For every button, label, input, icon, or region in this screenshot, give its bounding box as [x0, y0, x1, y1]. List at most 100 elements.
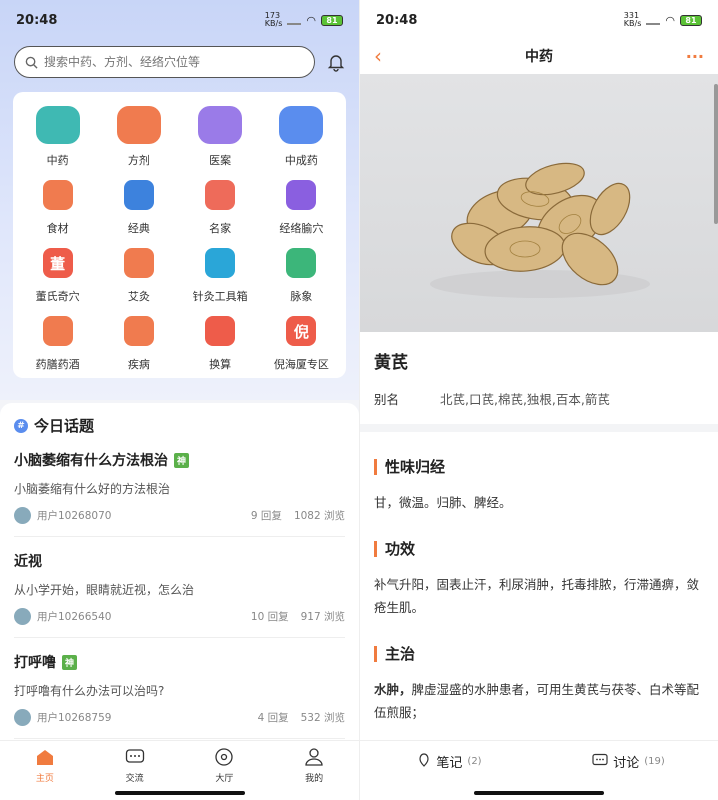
grid-item-5[interactable]: 经典 [98, 174, 179, 236]
topic-item[interactable]: 小脑萎缩有什么方法根治神小脑萎缩有什么好的方法根治 用户10268070 9 回复 1… [14, 450, 345, 537]
hall-icon [213, 747, 235, 767]
battery-icon: 81 [680, 14, 702, 26]
topic-item[interactable]: 打呼噜神打呼噜有什么办法可以治吗? 用户10268759 4 回复 532 浏览 [14, 652, 345, 739]
battery-icon: 81 [321, 14, 343, 26]
home-icon [34, 747, 56, 767]
grid-item-label: 医案 [209, 154, 232, 167]
feature-grid: 中药 方剂 医案 中成药 食材 经典 名家 经络腧穴董董氏奇穴 艾灸 针灸工具箱 脉象 药膳药酒 疾病换… [13, 92, 346, 378]
grid-item-6[interactable]: 名家 [180, 174, 261, 236]
detail-header: ‹ 中药 ··· [360, 40, 718, 72]
action-label: 笔记 [436, 756, 463, 771]
herb-sections: 性味归经 甘，微温。归肺、脾经。 功效 补气升阳，固表止汗，利尿消肿，托毒排脓，行滞通… [360, 456, 718, 724]
herb-photo [360, 74, 718, 332]
grid-item-2[interactable]: 医案 [180, 106, 261, 168]
topic-desc: 从小学开始，眼睛就近视，怎么治 [14, 583, 195, 597]
grid-item-label: 董氏奇穴 [35, 290, 80, 303]
grid-item-label: 方剂 [127, 154, 150, 167]
section-body-bold: 水肿， [374, 682, 412, 697]
grid-item-15[interactable]: 倪倪海厦专区 [261, 310, 342, 372]
today-topics: # 今日话题 小脑萎缩有什么方法根治神小脑萎缩有什么好的方法根治 用户102680… [0, 403, 359, 740]
grid-item-label: 疾病 [127, 358, 150, 371]
profile-icon [303, 747, 325, 767]
grid-item-label: 艾灸 [127, 290, 150, 303]
grid-item-4[interactable]: 食材 [17, 174, 98, 236]
grid-item-label: 经络腧穴 [279, 222, 324, 235]
topic-desc: 打呼噜有什么办法可以治吗? [14, 684, 165, 698]
grid-item-label: 食材 [46, 222, 69, 235]
cube-icon [205, 248, 236, 278]
grid-item-7[interactable]: 经络腧穴 [261, 174, 342, 236]
grid-item-label: 中药 [46, 154, 69, 167]
dong-icon: 董 [42, 248, 73, 278]
grid-item-13[interactable]: 疾病 [98, 310, 179, 372]
ni-notebook-icon: 倪 [286, 316, 317, 346]
grid-item-11[interactable]: 脉象 [261, 242, 342, 304]
mortar-icon [116, 106, 161, 144]
topic-replies: 4 回复 [257, 712, 289, 724]
nav-label: 我的 [305, 774, 324, 784]
grid-item-8[interactable]: 董董氏奇穴 [17, 242, 98, 304]
grid-item-9[interactable]: 艾灸 [98, 242, 179, 304]
grid-item-label: 药膳药酒 [35, 358, 80, 371]
huangqi-slices-image [430, 162, 650, 298]
topic-title: 近视 [14, 554, 42, 570]
scrollbar[interactable] [714, 84, 718, 224]
hashtag-icon: # [14, 418, 28, 433]
section-title: 主治 [385, 645, 416, 663]
topic-replies: 9 回复 [250, 510, 282, 522]
avatar [14, 709, 31, 726]
herb-detail-screen: 20:48 331 KB/s ◠ 81 ‹ 中药 ··· 黄芪 别名 北芪,口芪… [359, 0, 718, 800]
grid-item-label: 经典 [127, 222, 150, 235]
section-body-text: 脾虚湿盛的水肿患者，可用生黄芪与茯苓、白术等配伍煎服； [374, 682, 700, 720]
grid-item-label: 换算 [209, 358, 232, 371]
status-time: 20:48 [376, 12, 418, 28]
topic-title: 小脑萎缩有什么方法根治 [14, 453, 168, 469]
nav-label: 大厅 [215, 774, 234, 784]
nav-item-profile[interactable]: 我的 [269, 741, 359, 800]
grid-item-3[interactable]: 中成药 [261, 106, 342, 168]
status-bar: 20:48 173 KB/s ◠ 81 [0, 0, 359, 40]
nav-label: 主页 [35, 774, 54, 784]
chat-icon [124, 747, 146, 767]
status-time: 20:48 [16, 12, 58, 28]
bowl-icon [42, 316, 73, 346]
search-input[interactable] [44, 55, 284, 69]
signal-icon [287, 16, 302, 25]
bell-icon[interactable] [325, 51, 347, 73]
acupoint-icon [286, 180, 317, 210]
grid-item-0[interactable]: 中药 [17, 106, 98, 168]
avatar [14, 507, 31, 524]
topic-desc: 小脑萎缩有什么好的方法根治 [14, 482, 171, 496]
topic-views: 1082 浏览 [293, 510, 345, 522]
network-speed: 331 KB/s [623, 11, 642, 28]
back-icon[interactable]: ‹ [374, 44, 394, 68]
nav-label: 交流 [125, 774, 144, 784]
more-icon[interactable]: ··· [684, 47, 704, 66]
topic-item[interactable]: 近视 从小学开始，眼睛就近视，怎么治 用户10266540 10 回复 917 浏览 [14, 551, 345, 638]
nav-item-home[interactable]: 主页 [0, 741, 90, 800]
herb-section: 性味归经 甘，微温。归肺、脾经。 [374, 456, 704, 514]
grid-item-label: 中成药 [284, 154, 318, 167]
discuss-icon [592, 753, 608, 771]
wifi-icon: ◠ [665, 13, 675, 27]
grid-item-14[interactable]: 换算 [180, 310, 261, 372]
section-accent-bar [374, 540, 377, 557]
gift-icon [35, 106, 80, 144]
topic-views: 917 浏览 [300, 611, 345, 623]
grid-item-1[interactable]: 方剂 [98, 106, 179, 168]
grid-item-12[interactable]: 药膳药酒 [17, 310, 98, 372]
grid-item-10[interactable]: 针灸工具箱 [180, 242, 261, 304]
herb-alias: 别名 北芪,口芪,棉芪,独根,百本,箭芪 [360, 373, 718, 408]
search-box[interactable] [14, 46, 315, 78]
home-screen: 20:48 173 KB/s ◠ 81 中药 方剂 医案 中成药食材 经典 名家 经络腧穴董… [0, 0, 359, 800]
signal-icon [646, 16, 661, 25]
topic-title: 打呼噜 [14, 655, 56, 671]
section-accent-bar [374, 645, 377, 662]
network-speed: 173 KB/s [264, 11, 283, 28]
home-indicator [114, 791, 245, 795]
header-title: 中药 [525, 49, 553, 65]
section-body-text: 甘，微温。归肺、脾经。 [374, 495, 512, 510]
topic-user: 用户10266540 [37, 611, 112, 623]
status-bar: 20:48 331 KB/s ◠ 81 [360, 0, 718, 40]
action-count: (19) [644, 756, 665, 767]
